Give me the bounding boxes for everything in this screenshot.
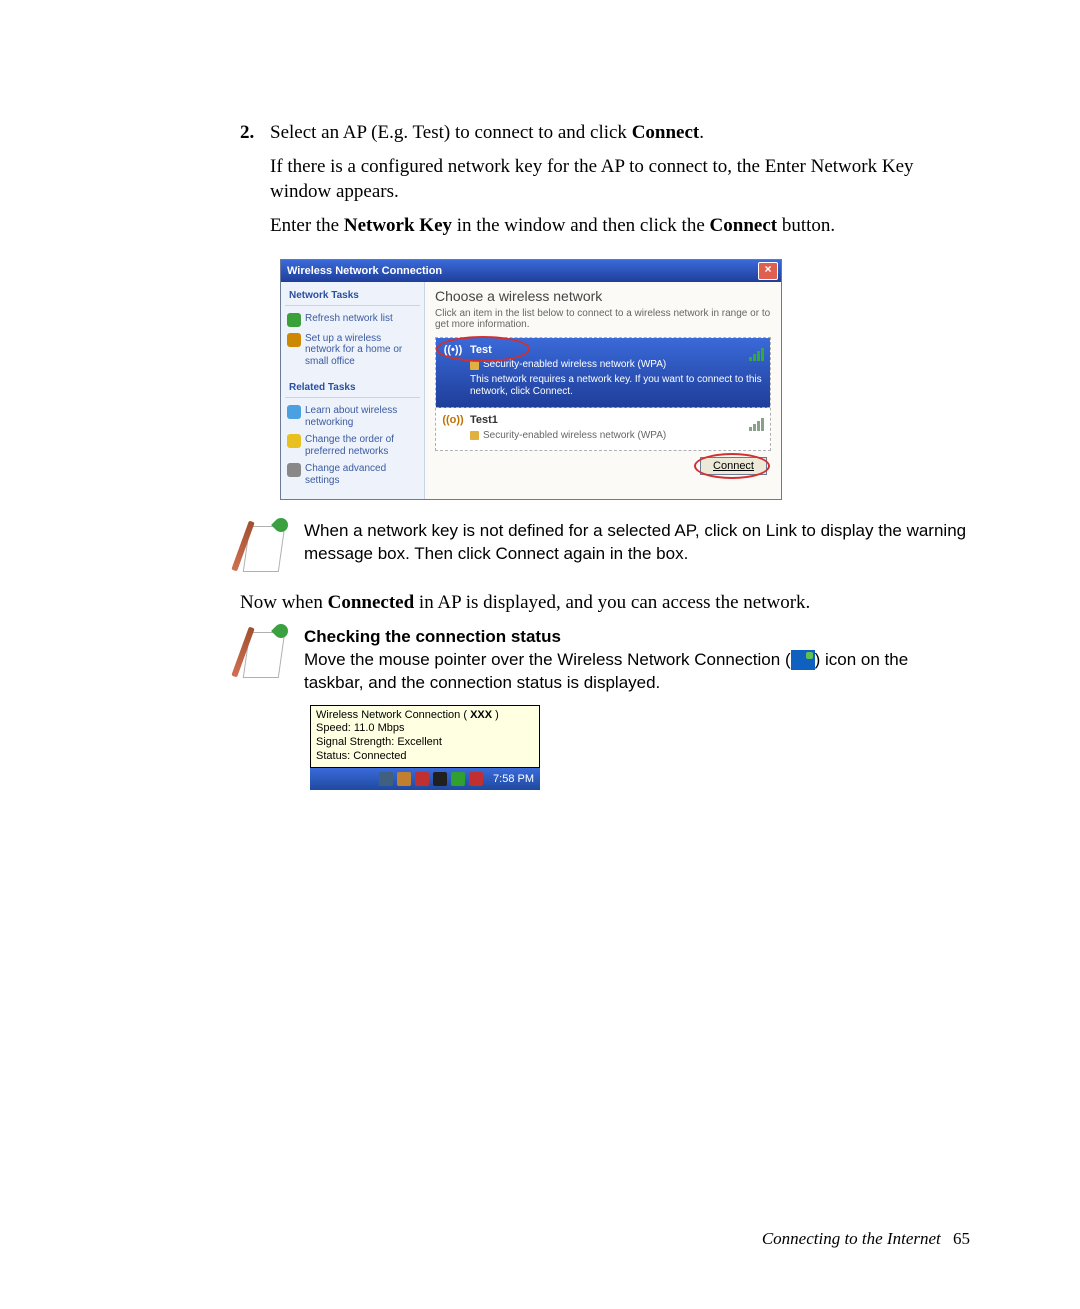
network-type: Security-enabled wireless network (WPA) [483,430,666,443]
signal-icon [749,418,764,431]
wireless-dialog: Wireless Network Connection × Network Ta… [280,259,782,501]
network-list: ((•)) Test Security-enabled wireless net… [435,337,771,452]
sidebar: Network Tasks Refresh network list Set u… [281,282,425,500]
sidebar-item-refresh[interactable]: Refresh network list [285,310,420,330]
signal-icon [749,348,764,361]
tray-icon[interactable] [451,772,465,786]
sidebar-item-learn[interactable]: Learn about wireless networking [285,402,420,431]
sidebar-item-order[interactable]: Change the order of preferred networks [285,431,420,460]
choose-desc: Click an item in the list below to conne… [435,308,771,331]
setup-icon [287,333,301,347]
star-icon [287,434,301,448]
network-hint: This network requires a network key. If … [470,374,764,399]
sidebar-header-related: Related Tasks [285,378,420,398]
tooltip-line1c: ) [492,709,499,721]
step-para3d: Connect [710,215,778,236]
info-icon [287,405,301,419]
note-text-1: When a network key is not defined for a … [304,520,970,572]
network-name: Test1 [470,414,764,428]
tray-icon[interactable] [397,772,411,786]
tooltip-line4: Status: Connected [316,750,534,764]
tray-icon[interactable] [379,772,393,786]
wireless-icon: ((•)) [442,344,464,358]
sidebar-item-advanced[interactable]: Change advanced settings [285,460,420,489]
tooltip-line1b: XXX [470,709,492,721]
step-para2: If there is a configured network key for… [270,154,970,205]
tooltip-line1a: Wireless Network Connection ( [316,709,470,721]
connect-row: Connect [435,451,771,481]
tray-wireless-icon [791,650,815,670]
connected-paragraph: Now when Connected in AP is displayed, a… [240,590,970,616]
note-block-2: Checking the connection status Move the … [240,626,970,695]
note2-text: Move the mouse pointer over the Wireless… [304,649,970,695]
titlebar[interactable]: Wireless Network Connection × [281,260,781,282]
connect-button[interactable]: Connect [700,457,767,475]
connected-b: Connected [328,592,415,613]
sidebar-label-refresh: Refresh network list [305,313,393,327]
connect-label: Connect [713,460,754,472]
note-block-1: When a network key is not defined for a … [240,520,970,572]
connection-tooltip: Wireless Network Connection ( XXX ) Spee… [310,705,540,790]
tooltip-line2: Speed: 11.0 Mbps [316,722,534,736]
connected-c: in AP is displayed, and you can access t… [414,592,810,613]
sidebar-header-tasks: Network Tasks [285,286,420,306]
step-line1c: . [699,122,704,143]
step-para3b: Network Key [344,215,452,236]
page-footer: Connecting to the Internet 65 [762,1229,970,1249]
lock-icon [470,361,479,370]
refresh-icon [287,313,301,327]
step-line1b: Connect [632,122,700,143]
wireless-icon: ((o)) [442,414,464,428]
step-para3e: button. [777,215,835,236]
step-2: 2. Select an AP (E.g. Test) to connect t… [240,120,970,247]
note2-text-a: Move the mouse pointer over the Wireless… [304,650,791,669]
step-para3c: in the window and then click the [452,215,710,236]
tooltip-body: Wireless Network Connection ( XXX ) Spee… [310,705,540,768]
step-para3a: Enter the [270,215,344,236]
main-panel: Choose a wireless network Click an item … [425,282,781,500]
network-item-test1[interactable]: ((o)) Test1 Security-enabled wireless ne… [436,408,770,450]
network-type: Security-enabled wireless network (WPA) [483,359,666,372]
sidebar-label-learn: Learn about wireless networking [305,405,418,428]
connected-a: Now when [240,592,328,613]
note2-heading: Checking the connection status [304,626,970,649]
sidebar-label-order: Change the order of preferred networks [305,434,418,457]
window-title: Wireless Network Connection [287,265,442,277]
lock-icon [470,431,479,440]
choose-heading: Choose a wireless network [435,288,771,304]
tray-icon[interactable] [433,772,447,786]
network-item-test[interactable]: ((•)) Test Security-enabled wireless net… [436,338,770,408]
sidebar-label-setup: Set up a wireless network for a home or … [305,333,418,368]
step-body: Select an AP (E.g. Test) to connect to a… [270,120,970,247]
footer-chapter: Connecting to the Internet [762,1229,941,1248]
sidebar-item-setup[interactable]: Set up a wireless network for a home or … [285,330,420,371]
systray-time: 7:58 PM [493,773,534,785]
systray-bar: 7:58 PM [310,768,540,790]
sidebar-label-advanced: Change advanced settings [305,463,418,486]
tray-icon[interactable] [469,772,483,786]
tray-icon[interactable] [415,772,429,786]
gear-icon [287,463,301,477]
note-icon [240,520,286,572]
footer-page: 65 [953,1229,970,1248]
step-number: 2. [240,120,270,247]
step-line1a: Select an AP (E.g. Test) to connect to a… [270,122,632,143]
note-icon [240,626,286,678]
network-name: Test [470,344,764,358]
tooltip-line3: Signal Strength: Excellent [316,736,534,750]
close-icon[interactable]: × [758,262,778,280]
